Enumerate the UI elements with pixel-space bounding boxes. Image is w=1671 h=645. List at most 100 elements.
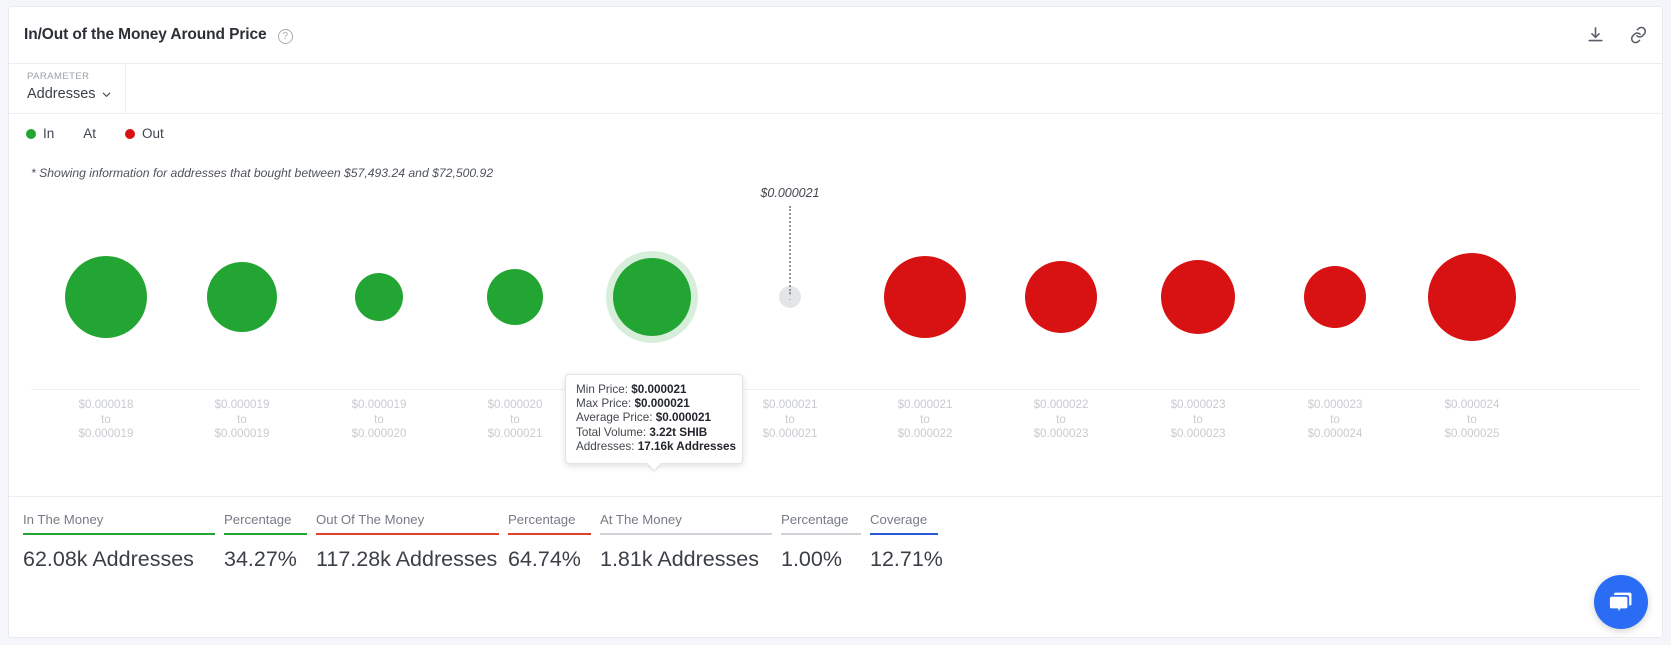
legend-label-out: Out (142, 126, 164, 141)
bubble-out-10[interactable] (1428, 253, 1516, 341)
stat-rule-6 (870, 533, 938, 535)
x-axis-label-0: $0.000018to$0.000019 (79, 398, 134, 442)
stats-divider (9, 496, 1662, 497)
x-label-low: $0.000020 (488, 398, 543, 413)
bubble-in-3[interactable] (487, 269, 543, 325)
x-axis-label-7: $0.000022to$0.000023 (1034, 398, 1089, 442)
current-price-line (789, 206, 791, 294)
link-icon[interactable] (1629, 26, 1648, 45)
tooltip-value-max-price: $0.000021 (634, 397, 689, 410)
x-label-low: $0.000019 (352, 398, 407, 413)
stat-rule-5 (781, 533, 861, 535)
tooltip-label-max-price: Max Price: (576, 397, 631, 410)
x-label-high: $0.000021 (763, 427, 818, 442)
legend-item-out[interactable]: Out (125, 126, 164, 141)
legend: In At Out (9, 114, 1662, 153)
stat-value-4: 1.81k Addresses (600, 547, 772, 572)
parameter-select[interactable]: Addresses (27, 86, 125, 102)
bubble-out-7[interactable] (1025, 261, 1097, 333)
bubble-out-8[interactable] (1161, 260, 1235, 334)
legend-item-at[interactable]: At (83, 126, 96, 141)
stat-value-2: 117.28k Addresses (316, 547, 499, 572)
x-label-high: $0.000023 (1171, 427, 1226, 442)
x-axis-label-3: $0.000020to$0.000021 (488, 398, 543, 442)
page-title: In/Out of the Money Around Price ? (24, 26, 293, 45)
stat-block-0: In The Money62.08k Addresses (23, 512, 215, 572)
bubble-out-9[interactable] (1304, 266, 1366, 328)
stat-label-2: Out Of The Money (316, 512, 499, 533)
x-label-separator: to (1034, 413, 1089, 428)
x-axis-label-9: $0.000023to$0.000024 (1308, 398, 1363, 442)
stat-block-6: Coverage 12.71% (870, 512, 938, 572)
x-label-low: $0.000019 (215, 398, 270, 413)
chart-note: * Showing information for addresses that… (31, 166, 1662, 180)
x-label-high: $0.000025 (1445, 427, 1500, 442)
x-label-low: $0.000021 (898, 398, 953, 413)
x-axis-label-5: $0.000021to$0.000021 (763, 398, 818, 442)
page-title-text: In/Out of the Money Around Price (24, 26, 267, 43)
header-actions (1586, 26, 1648, 45)
bubble-in-0[interactable] (65, 256, 147, 338)
x-label-separator: to (1171, 413, 1226, 428)
legend-dot-out-icon (125, 129, 135, 139)
question-circle-icon[interactable]: ? (278, 29, 293, 44)
x-label-low: $0.000024 (1445, 398, 1500, 413)
stat-label-1: Percentage (224, 512, 307, 533)
x-label-high: $0.000020 (352, 427, 407, 442)
legend-label-at: At (83, 126, 96, 141)
bubble-tooltip: Min Price: $0.000021 Max Price: $0.00002… (565, 374, 743, 464)
x-label-separator: to (215, 413, 270, 428)
tooltip-row-max-price: Max Price: $0.000021 (576, 397, 732, 411)
tooltip-value-addresses: 17.16k Addresses (638, 440, 736, 453)
bubble-in-2[interactable] (355, 273, 403, 321)
stat-rule-1 (224, 533, 307, 535)
x-axis-label-10: $0.000024to$0.000025 (1445, 398, 1500, 442)
stat-value-5: 1.00% (781, 547, 861, 572)
legend-dot-in-icon (26, 129, 36, 139)
card-header: In/Out of the Money Around Price ? (9, 7, 1662, 64)
stat-value-3: 64.74% (508, 547, 591, 572)
chevron-down-icon (101, 89, 112, 100)
tooltip-value-total-volume: 3.22t SHIB (649, 426, 707, 439)
x-axis-label-1: $0.000019to$0.000019 (215, 398, 270, 442)
stat-block-2: Out Of The Money 117.28k Addresses (316, 512, 499, 572)
tooltip-arrow (647, 463, 661, 470)
parameter-label: PARAMETER (27, 71, 125, 82)
x-label-high: $0.000022 (898, 427, 953, 442)
bubble-out-6[interactable] (884, 256, 966, 338)
stat-rule-4 (600, 533, 772, 535)
x-label-separator: to (898, 413, 953, 428)
x-label-low: $0.000021 (763, 398, 818, 413)
stat-block-5: Percentage1.00% (781, 512, 861, 572)
download-icon[interactable] (1586, 26, 1605, 45)
stat-block-4: At The Money1.81k Addresses (600, 512, 772, 572)
parameter-cell: PARAMETER Addresses (9, 64, 126, 113)
bubble-in-4[interactable] (613, 258, 691, 336)
x-label-high: $0.000021 (488, 427, 543, 442)
bubble-in-1[interactable] (207, 262, 277, 332)
legend-item-in[interactable]: In (26, 126, 54, 141)
parameter-bar: PARAMETER Addresses (9, 64, 1662, 114)
stat-label-3: Percentage (508, 512, 591, 533)
x-label-low: $0.000022 (1034, 398, 1089, 413)
x-label-separator: to (763, 413, 818, 428)
x-label-separator: to (1445, 413, 1500, 428)
x-axis-label-8: $0.000023to$0.000023 (1171, 398, 1226, 442)
tooltip-label-total-volume: Total Volume: (576, 426, 646, 439)
tooltip-label-addresses: Addresses: (576, 440, 634, 453)
x-label-separator: to (79, 413, 134, 428)
x-label-low: $0.000023 (1171, 398, 1226, 413)
chart-card: In/Out of the Money Around Price ? PARAM… (8, 6, 1663, 638)
tooltip-value-average-price: $0.000021 (656, 411, 711, 424)
stat-rule-2 (316, 533, 499, 535)
x-label-high: $0.000023 (1034, 427, 1089, 442)
stat-label-0: In The Money (23, 512, 215, 533)
chat-bubble-icon[interactable] (1594, 575, 1648, 629)
x-label-high: $0.000019 (79, 427, 134, 442)
stat-value-6: 12.71% (870, 547, 938, 572)
stat-label-6: Coverage (870, 512, 938, 533)
tooltip-value-min-price: $0.000021 (631, 383, 686, 396)
legend-label-in: In (43, 126, 54, 141)
tooltip-row-total-volume: Total Volume: 3.22t SHIB (576, 426, 732, 440)
stat-value-1: 34.27% (224, 547, 307, 572)
